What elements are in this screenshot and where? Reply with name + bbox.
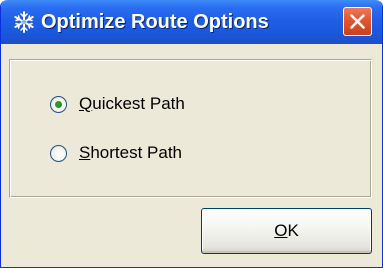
radio-label-quickest[interactable]: Quickest Path (79, 94, 185, 114)
ok-button[interactable]: OK (201, 208, 372, 254)
radio-shortest-path[interactable]: Shortest Path (50, 142, 182, 164)
radio-label-quickest-rest: uickest Path (92, 94, 185, 113)
optimize-route-options-dialog: Optimize Route Options Quickest Path Sho… (0, 0, 383, 268)
radio-label-shortest-rest: hortest Path (90, 143, 183, 162)
radio-button-quickest[interactable] (50, 95, 67, 113)
ok-button-label: OK (274, 221, 299, 241)
mnemonic-o: O (274, 221, 288, 240)
close-button[interactable] (343, 7, 372, 36)
title-bar[interactable]: Optimize Route Options (1, 0, 382, 44)
mnemonic-q: Q (79, 94, 93, 113)
radio-quickest-path[interactable]: Quickest Path (50, 93, 185, 115)
radio-label-shortest[interactable]: Shortest Path (79, 143, 182, 163)
snowflake-icon (12, 10, 36, 34)
window-title: Optimize Route Options (41, 11, 269, 33)
mnemonic-s: S (79, 143, 91, 162)
radio-button-shortest[interactable] (50, 144, 67, 162)
route-options-group (9, 59, 372, 198)
close-icon (350, 14, 365, 29)
dialog-content: Quickest Path Shortest Path OK (6, 46, 377, 261)
ok-button-label-rest: K (287, 221, 299, 240)
radio-selected-dot (55, 100, 62, 108)
